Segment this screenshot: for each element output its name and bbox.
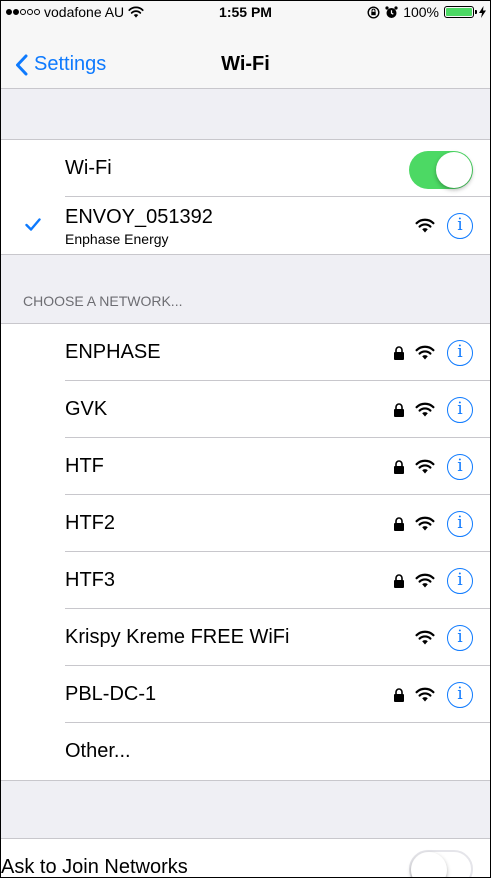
wifi-signal-icon [415, 573, 435, 588]
wifi-toggle-row: Wi-Fi [1, 140, 490, 197]
wifi-group: Wi-Fi ENVOY_051392 Enphase Energy i [1, 139, 490, 255]
wifi-signal-icon [415, 687, 435, 702]
battery-icon [444, 6, 477, 18]
network-name: PBL-DC-1 [65, 683, 157, 705]
lock-icon [394, 459, 404, 474]
wifi-signal-icon [415, 218, 435, 233]
network-name: HTF2 [65, 512, 115, 534]
charging-bolt-icon [479, 6, 486, 18]
info-button[interactable]: i [447, 212, 473, 239]
lock-icon [394, 516, 404, 531]
lock-icon [394, 402, 404, 417]
network-row[interactable]: HTF2 i [1, 495, 490, 552]
section-header: CHOOSE A NETWORK... [23, 293, 183, 309]
lock-icon [394, 687, 404, 702]
info-button[interactable]: i [447, 624, 473, 651]
battery-percent: 100% [403, 4, 439, 20]
wifi-signal-icon [415, 630, 435, 645]
wifi-signal-icon [415, 516, 435, 531]
status-bar: vodafone AU 1:55 PM 100% [1, 1, 490, 23]
network-name: HTF [65, 455, 104, 477]
network-name: GVK [65, 398, 108, 420]
connected-network-row[interactable]: ENVOY_051392 Enphase Energy i [1, 197, 490, 254]
lock-icon [394, 573, 404, 588]
wifi-toggle[interactable] [409, 151, 473, 189]
info-button[interactable]: i [447, 510, 473, 537]
info-button[interactable]: i [447, 453, 473, 480]
ask-to-join-row: Ask to Join Networks [1, 839, 490, 878]
network-row[interactable]: ENPHASE i [1, 324, 490, 381]
network-row[interactable]: GVK i [1, 381, 490, 438]
lock-icon [394, 345, 404, 360]
other-network-label: Other... [65, 740, 131, 762]
info-button[interactable]: i [447, 339, 473, 366]
screen: vodafone AU 1:55 PM 100% Settings Wi-Fi … [0, 0, 491, 878]
network-row[interactable]: HTF i [1, 438, 490, 495]
wifi-signal-icon [415, 402, 435, 417]
network-name: HTF3 [65, 569, 115, 591]
network-row[interactable]: PBL-DC-1 i [1, 666, 490, 723]
network-name: Krispy Kreme FREE WiFi [65, 626, 290, 648]
connected-network-subtitle: Enphase Energy [65, 231, 169, 247]
info-button[interactable]: i [447, 681, 473, 708]
page-title: Wi-Fi [221, 53, 270, 75]
info-button[interactable]: i [447, 396, 473, 423]
wifi-signal-icon [415, 459, 435, 474]
info-button[interactable]: i [447, 567, 473, 594]
wifi-label: Wi-Fi [65, 157, 112, 179]
network-row[interactable]: HTF3 i [1, 552, 490, 609]
alarm-icon [385, 5, 398, 18]
checkmark-icon [25, 218, 41, 231]
ask-to-join-label: Ask to Join Networks [1, 856, 188, 878]
navigation-bar: Settings Wi-Fi [1, 23, 490, 89]
other-network-row[interactable]: Other... [1, 723, 490, 780]
rotation-lock-icon [367, 5, 380, 19]
ask-to-join-toggle[interactable] [409, 850, 473, 877]
ask-to-join-group: Ask to Join Networks [1, 838, 490, 878]
network-list: ENPHASE i GVK i HTF i HTF2 i HTF3 i Kris… [1, 323, 490, 781]
wifi-signal-icon [415, 345, 435, 360]
connected-network-name: ENVOY_051392 [65, 206, 213, 228]
network-row[interactable]: Krispy Kreme FREE WiFi i [1, 609, 490, 666]
network-name: ENPHASE [65, 341, 161, 363]
